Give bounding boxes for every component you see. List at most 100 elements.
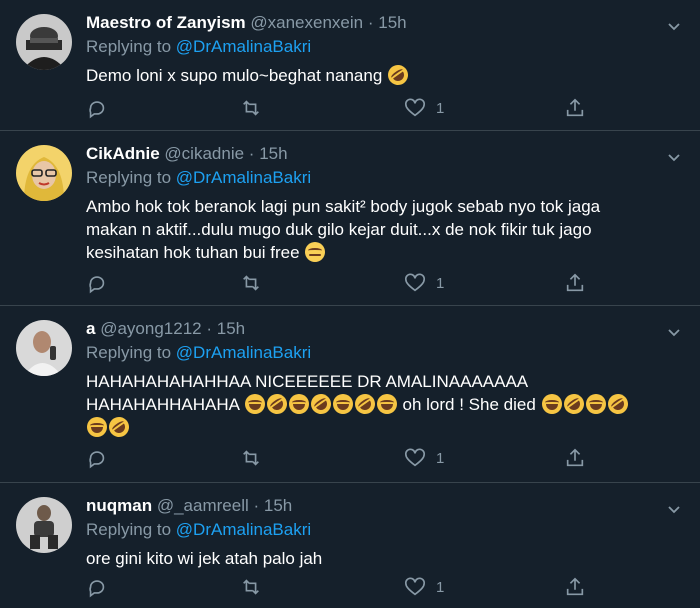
tweet-text-line: Demo loni x supo mulo~beghat nanang — [86, 66, 383, 85]
user-handle[interactable]: @ayong1212 — [100, 319, 201, 338]
replying-to: Replying to @DrAmalinaBakri — [86, 167, 670, 189]
avatar[interactable] — [16, 320, 72, 376]
timestamp[interactable]: 15h — [217, 319, 245, 338]
timestamp[interactable]: 15h — [378, 13, 406, 32]
retweet-button[interactable] — [240, 271, 262, 295]
user-handle[interactable]: @xanexenxein — [250, 13, 363, 32]
share-button[interactable] — [564, 96, 586, 120]
like-count: 1 — [436, 99, 445, 117]
share-icon — [566, 273, 584, 292]
rofl-emoji-icon — [603, 390, 632, 418]
tweet-text: Demo loni x supo mulo~beghat nanang — [86, 61, 670, 89]
retweet-icon — [243, 275, 259, 291]
tweet-header: nuqman @_aamreell · 15h — [86, 495, 670, 517]
like-button[interactable]: 1 — [404, 271, 444, 295]
avatar[interactable] — [16, 145, 72, 201]
tweet-header: CikAdnie @cikadnie · 15h — [86, 143, 670, 165]
share-icon — [566, 98, 584, 117]
reply-tweet[interactable]: Maestro of Zanyism @xanexenxein · 15h Re… — [0, 0, 700, 131]
timestamp[interactable]: 15h — [259, 144, 287, 163]
tweet-actions: 1 — [86, 446, 606, 470]
retweet-icon — [243, 450, 259, 466]
rofl-emoji-icon — [384, 61, 412, 89]
man-selfie-avatar-icon — [16, 320, 72, 376]
avatar[interactable] — [16, 497, 72, 553]
joy-emoji-icon — [244, 394, 265, 414]
display-name[interactable]: a — [86, 319, 95, 338]
heart-icon — [405, 273, 425, 292]
separator-dot: · — [367, 13, 374, 32]
chevron-down-icon[interactable] — [666, 324, 682, 340]
reply-button[interactable] — [86, 271, 108, 295]
tweet-text: Ambo hok tok beranok lagi pun sakit² bod… — [86, 195, 670, 264]
retweet-button[interactable] — [240, 446, 262, 470]
tweet-actions: 1 — [86, 575, 606, 599]
rofl-emoji-icon — [262, 390, 291, 418]
replying-to-label: Replying to — [86, 343, 172, 362]
separator-dot: · — [206, 319, 213, 338]
user-handle[interactable]: @_aamreell — [157, 496, 249, 515]
mention-link[interactable]: @DrAmalinaBakri — [176, 343, 311, 362]
mention-link[interactable]: @DrAmalinaBakri — [176, 168, 311, 187]
replying-to: Replying to @DrAmalinaBakri — [86, 519, 670, 541]
chevron-down-icon[interactable] — [666, 18, 682, 34]
tweet-text-line: HAHAHAHAHAHHAA NICEEEEEE DR AMALINAAAAAA… — [86, 372, 529, 391]
share-icon — [566, 577, 584, 596]
rofl-emoji-icon — [306, 390, 335, 418]
heart-icon — [405, 448, 425, 467]
timestamp[interactable]: 15h — [264, 496, 292, 515]
separator-dot: · — [253, 496, 260, 515]
reply-tweet[interactable]: CikAdnie @cikadnie · 15h Replying to @Dr… — [0, 131, 700, 306]
reply-icon — [89, 580, 105, 598]
joy-emoji-icon — [376, 394, 397, 414]
replying-to-label: Replying to — [86, 37, 172, 56]
reply-button[interactable] — [86, 96, 108, 120]
like-count: 1 — [436, 449, 445, 467]
tweet-actions: 1 — [86, 96, 606, 120]
display-name[interactable]: CikAdnie — [86, 144, 160, 163]
mention-link[interactable]: @DrAmalinaBakri — [176, 520, 311, 539]
retweet-icon — [243, 100, 259, 116]
like-count: 1 — [436, 578, 445, 596]
replying-to-label: Replying to — [86, 520, 172, 539]
user-handle[interactable]: @cikadnie — [164, 144, 244, 163]
reply-tweet[interactable]: a @ayong1212 · 15h Replying to @DrAmalin… — [0, 306, 700, 483]
heart-icon — [405, 577, 425, 596]
display-name[interactable]: nuqman — [86, 496, 152, 515]
tweet-text-line: makan n aktif...dulu mugo duk gilo kejar… — [86, 220, 592, 239]
reply-feed: Maestro of Zanyism @xanexenxein · 15h Re… — [0, 0, 700, 608]
tweet-text-line: oh lord ! She died — [402, 395, 536, 414]
replying-to-label: Replying to — [86, 168, 172, 187]
tweet-text-line: kesihatan hok tuhan bui free — [86, 243, 300, 262]
reply-icon — [89, 101, 105, 119]
reply-button[interactable] — [86, 446, 108, 470]
reply-button[interactable] — [86, 575, 108, 599]
replying-to: Replying to @DrAmalinaBakri — [86, 36, 670, 58]
joy-emoji-icon — [87, 417, 107, 437]
woman-glasses-avatar-icon — [16, 145, 72, 201]
tweet-actions: 1 — [86, 271, 606, 295]
joy-emoji-icon — [541, 394, 562, 414]
retweet-button[interactable] — [240, 575, 262, 599]
rofl-emoji-icon — [559, 390, 588, 418]
avatar[interactable] — [16, 14, 72, 70]
retweet-button[interactable] — [240, 96, 262, 120]
masked-figure-avatar-icon — [16, 14, 72, 70]
like-button[interactable]: 1 — [404, 446, 444, 470]
reply-tweet[interactable]: nuqman @_aamreell · 15h Replying to @DrA… — [0, 483, 700, 608]
chevron-down-icon[interactable] — [666, 149, 682, 165]
share-button[interactable] — [564, 446, 586, 470]
joy-emoji-icon — [585, 394, 606, 414]
share-button[interactable] — [564, 575, 586, 599]
chevron-down-icon[interactable] — [666, 501, 682, 517]
share-button[interactable] — [564, 271, 586, 295]
tweet-text-line: HAHAHAHHAHAHA — [86, 395, 240, 414]
like-button[interactable]: 1 — [404, 96, 444, 120]
tweet-text: ore gini kito wi jek atah palo jah — [86, 547, 670, 570]
display-name[interactable]: Maestro of Zanyism — [86, 13, 246, 32]
like-button[interactable]: 1 — [404, 575, 444, 599]
joy-emoji-icon — [288, 394, 309, 414]
mention-link[interactable]: @DrAmalinaBakri — [176, 37, 311, 56]
like-count: 1 — [436, 274, 445, 292]
tweet-header: a @ayong1212 · 15h — [86, 318, 670, 340]
